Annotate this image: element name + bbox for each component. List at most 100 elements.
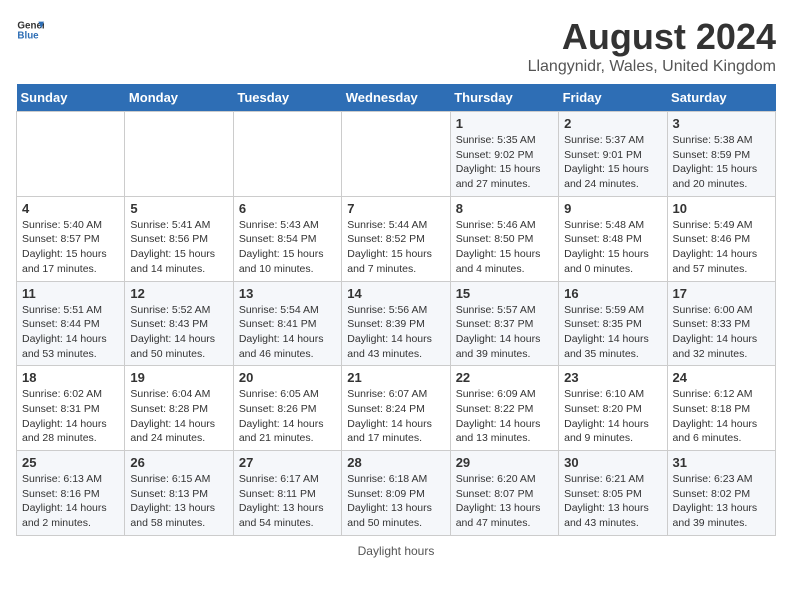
day-number: 11 xyxy=(22,286,119,301)
day-info: Sunrise: 6:13 AM Sunset: 8:16 PM Dayligh… xyxy=(22,472,119,531)
calendar-cell: 24Sunrise: 6:12 AM Sunset: 8:18 PM Dayli… xyxy=(667,366,775,451)
calendar-cell: 31 Sunrise: 6:23 AM Sunset: 8:02 PM Dayli… xyxy=(667,451,775,536)
calendar-cell: 30 Sunrise: 6:21 AM Sunset: 8:05 PM Dayli… xyxy=(559,451,667,536)
day-number: 17 xyxy=(673,286,770,301)
day-number: 29 xyxy=(456,455,553,470)
weekday-header-thursday: Thursday xyxy=(450,84,558,112)
day-info: Sunrise: 6:18 AM Sunset: 8:09 PM Dayligh… xyxy=(347,472,444,531)
day-number: 21 xyxy=(347,370,444,385)
weekday-header-row: SundayMondayTuesdayWednesdayThursdayFrid… xyxy=(17,84,776,112)
calendar-cell: 21 Sunrise: 6:07 AM Sunset: 8:24 PM Dayli… xyxy=(342,366,450,451)
calendar-cell: 8Sunrise: 5:46 AM Sunset: 8:50 PM Daylig… xyxy=(450,196,558,281)
weekday-header-sunday: Sunday xyxy=(17,84,125,112)
day-number: 22 xyxy=(456,370,553,385)
day-number: 16 xyxy=(564,286,661,301)
day-number: 31 xyxy=(673,455,770,470)
day-info: Sunrise: 5:54 AM Sunset: 8:41 PM Dayligh… xyxy=(239,303,336,362)
day-number: 2 xyxy=(564,116,661,131)
day-info: Sunrise: 6:17 AM Sunset: 8:11 PM Dayligh… xyxy=(239,472,336,531)
calendar-cell: 20 Sunrise: 6:05 AM Sunset: 8:26 PM Dayli… xyxy=(233,366,341,451)
day-info: Sunrise: 5:49 AM Sunset: 8:46 PM Dayligh… xyxy=(673,218,770,277)
day-info: Sunrise: 5:40 AM Sunset: 8:57 PM Dayligh… xyxy=(22,218,119,277)
day-number: 28 xyxy=(347,455,444,470)
day-info: Sunrise: 5:41 AM Sunset: 8:56 PM Dayligh… xyxy=(130,218,227,277)
day-info: Sunrise: 6:20 AM Sunset: 8:07 PM Dayligh… xyxy=(456,472,553,531)
day-info: Sunrise: 6:00 AM Sunset: 8:33 PM Dayligh… xyxy=(673,303,770,362)
day-info: Sunrise: 6:15 AM Sunset: 8:13 PM Dayligh… xyxy=(130,472,227,531)
logo: General Blue xyxy=(16,16,44,44)
week-row-4: 18Sunrise: 6:02 AM Sunset: 8:31 PM Dayli… xyxy=(17,366,776,451)
calendar-cell: 11 Sunrise: 5:51 AM Sunset: 8:44 PM Dayli… xyxy=(17,281,125,366)
calendar-cell: 22Sunrise: 6:09 AM Sunset: 8:22 PM Dayli… xyxy=(450,366,558,451)
day-info: Sunrise: 5:43 AM Sunset: 8:54 PM Dayligh… xyxy=(239,218,336,277)
calendar-cell: 6 Sunrise: 5:43 AM Sunset: 8:54 PM Daylig… xyxy=(233,196,341,281)
calendar-cell: 12Sunrise: 5:52 AM Sunset: 8:43 PM Dayli… xyxy=(125,281,233,366)
day-number: 30 xyxy=(564,455,661,470)
day-number: 4 xyxy=(22,201,119,216)
day-number: 10 xyxy=(673,201,770,216)
day-info: Sunrise: 5:51 AM Sunset: 8:44 PM Dayligh… xyxy=(22,303,119,362)
day-number: 9 xyxy=(564,201,661,216)
day-number: 14 xyxy=(347,286,444,301)
day-info: Sunrise: 5:37 AM Sunset: 9:01 PM Dayligh… xyxy=(564,133,661,192)
day-number: 8 xyxy=(456,201,553,216)
calendar-cell: 16 Sunrise: 5:59 AM Sunset: 8:35 PM Dayli… xyxy=(559,281,667,366)
day-info: Sunrise: 6:05 AM Sunset: 8:26 PM Dayligh… xyxy=(239,387,336,446)
calendar-cell: 27 Sunrise: 6:17 AM Sunset: 8:11 PM Dayli… xyxy=(233,451,341,536)
weekday-header-friday: Friday xyxy=(559,84,667,112)
calendar-cell: 9 Sunrise: 5:48 AM Sunset: 8:48 PM Daylig… xyxy=(559,196,667,281)
day-number: 20 xyxy=(239,370,336,385)
day-number: 13 xyxy=(239,286,336,301)
header: General Blue August 2024 Llangynidr, Wal… xyxy=(16,16,776,76)
main-title: August 2024 xyxy=(528,16,776,58)
day-number: 24 xyxy=(673,370,770,385)
footer-note: Daylight hours xyxy=(16,544,776,558)
calendar-cell: 23Sunrise: 6:10 AM Sunset: 8:20 PM Dayli… xyxy=(559,366,667,451)
calendar-cell: 2 Sunrise: 5:37 AM Sunset: 9:01 PM Daylig… xyxy=(559,112,667,197)
day-info: Sunrise: 5:56 AM Sunset: 8:39 PM Dayligh… xyxy=(347,303,444,362)
day-number: 5 xyxy=(130,201,227,216)
calendar-cell xyxy=(342,112,450,197)
calendar-cell: 5 Sunrise: 5:41 AM Sunset: 8:56 PM Daylig… xyxy=(125,196,233,281)
day-info: Sunrise: 6:21 AM Sunset: 8:05 PM Dayligh… xyxy=(564,472,661,531)
day-info: Sunrise: 6:04 AM Sunset: 8:28 PM Dayligh… xyxy=(130,387,227,446)
day-number: 1 xyxy=(456,116,553,131)
calendar-cell: 15 Sunrise: 5:57 AM Sunset: 8:37 PM Dayli… xyxy=(450,281,558,366)
calendar-cell: 26 Sunrise: 6:15 AM Sunset: 8:13 PM Dayli… xyxy=(125,451,233,536)
svg-text:Blue: Blue xyxy=(17,30,39,41)
logo-icon: General Blue xyxy=(16,16,44,44)
day-number: 23 xyxy=(564,370,661,385)
day-number: 26 xyxy=(130,455,227,470)
calendar-cell: 1 Sunrise: 5:35 AM Sunset: 9:02 PM Daylig… xyxy=(450,112,558,197)
weekday-header-saturday: Saturday xyxy=(667,84,775,112)
day-info: Sunrise: 5:59 AM Sunset: 8:35 PM Dayligh… xyxy=(564,303,661,362)
calendar-cell: 29 Sunrise: 6:20 AM Sunset: 8:07 PM Dayli… xyxy=(450,451,558,536)
calendar-cell: 4 Sunrise: 5:40 AM Sunset: 8:57 PM Daylig… xyxy=(17,196,125,281)
calendar-cell: 14 Sunrise: 5:56 AM Sunset: 8:39 PM Dayli… xyxy=(342,281,450,366)
day-info: Sunrise: 5:35 AM Sunset: 9:02 PM Dayligh… xyxy=(456,133,553,192)
subtitle: Llangynidr, Wales, United Kingdom xyxy=(528,58,776,76)
week-row-5: 25 Sunrise: 6:13 AM Sunset: 8:16 PM Dayli… xyxy=(17,451,776,536)
calendar-table: SundayMondayTuesdayWednesdayThursdayFrid… xyxy=(16,84,776,536)
week-row-1: 1 Sunrise: 5:35 AM Sunset: 9:02 PM Daylig… xyxy=(17,112,776,197)
day-number: 6 xyxy=(239,201,336,216)
day-number: 7 xyxy=(347,201,444,216)
day-number: 12 xyxy=(130,286,227,301)
calendar-cell: 18Sunrise: 6:02 AM Sunset: 8:31 PM Dayli… xyxy=(17,366,125,451)
day-number: 19 xyxy=(130,370,227,385)
day-number: 3 xyxy=(673,116,770,131)
day-info: Sunrise: 5:44 AM Sunset: 8:52 PM Dayligh… xyxy=(347,218,444,277)
day-number: 25 xyxy=(22,455,119,470)
calendar-cell xyxy=(17,112,125,197)
calendar-cell: 25 Sunrise: 6:13 AM Sunset: 8:16 PM Dayli… xyxy=(17,451,125,536)
day-number: 27 xyxy=(239,455,336,470)
day-info: Sunrise: 6:23 AM Sunset: 8:02 PM Dayligh… xyxy=(673,472,770,531)
calendar-cell: 28 Sunrise: 6:18 AM Sunset: 8:09 PM Dayli… xyxy=(342,451,450,536)
day-number: 18 xyxy=(22,370,119,385)
day-number: 15 xyxy=(456,286,553,301)
calendar-cell: 17 Sunrise: 6:00 AM Sunset: 8:33 PM Dayli… xyxy=(667,281,775,366)
day-info: Sunrise: 5:57 AM Sunset: 8:37 PM Dayligh… xyxy=(456,303,553,362)
day-info: Sunrise: 6:07 AM Sunset: 8:24 PM Dayligh… xyxy=(347,387,444,446)
day-info: Sunrise: 5:48 AM Sunset: 8:48 PM Dayligh… xyxy=(564,218,661,277)
calendar-cell: 7 Sunrise: 5:44 AM Sunset: 8:52 PM Daylig… xyxy=(342,196,450,281)
